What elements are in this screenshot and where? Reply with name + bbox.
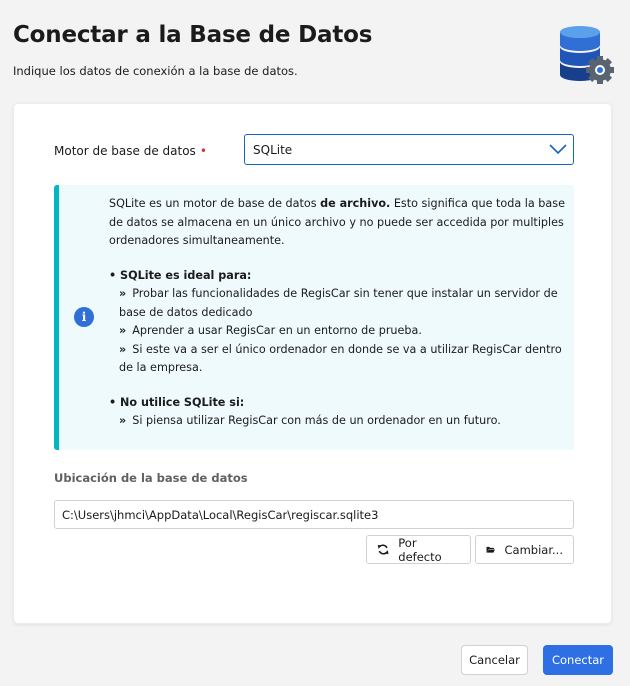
engine-label: Motor de base de datos • [54,144,207,158]
info-text: SQLite es un motor de base de datos de a… [109,195,569,431]
list-item: » Si piensa utilizar RegisCar con más de … [119,414,501,427]
chevrons-right-icon: » [119,342,127,356]
list-item: » Probar las funcionalidades de RegisCar … [119,287,558,319]
list-item: » Si este va a ser el único ordenador en … [119,342,562,375]
ideal-heading: • SQLite es ideal para: [109,268,252,282]
required-marker: • [199,144,207,158]
database-settings-icon [560,26,614,84]
chevrons-right-icon: » [119,324,127,337]
avoid-heading: • No utilice SQLite si: [109,395,245,409]
default-path-button[interactable]: Por defecto [366,535,471,564]
engine-select-value: SQLite [253,143,293,157]
chevrons-right-icon: » [119,414,127,427]
page-title: Conectar a la Base de Datos [13,22,373,48]
cancel-button[interactable]: Cancelar [461,645,528,675]
info-icon: i [74,307,94,327]
change-path-button[interactable]: Cambiar... [475,535,574,564]
folder-open-icon [486,546,496,553]
connect-button[interactable]: Conectar [543,645,613,675]
list-item: » Aprender a usar RegisCar en un entorno … [119,324,422,337]
connection-card: Motor de base de datos • SQLite i SQLite … [13,103,612,624]
location-label: Ubicación de la base de datos [54,471,248,485]
engine-select[interactable]: SQLite [244,134,574,165]
db-path-input[interactable]: C:\Users\jhmci\AppData\Local\RegisCar\re… [54,500,574,529]
chevrons-right-icon: » [119,287,127,300]
refresh-icon [377,544,389,555]
chevron-down-icon [549,144,567,155]
info-panel: i SQLite es un motor de base de datos de… [54,185,574,450]
info-paragraph: SQLite es un motor de base de datos de a… [109,197,565,247]
page-subtitle: Indique los datos de conexión a la base … [13,64,298,78]
